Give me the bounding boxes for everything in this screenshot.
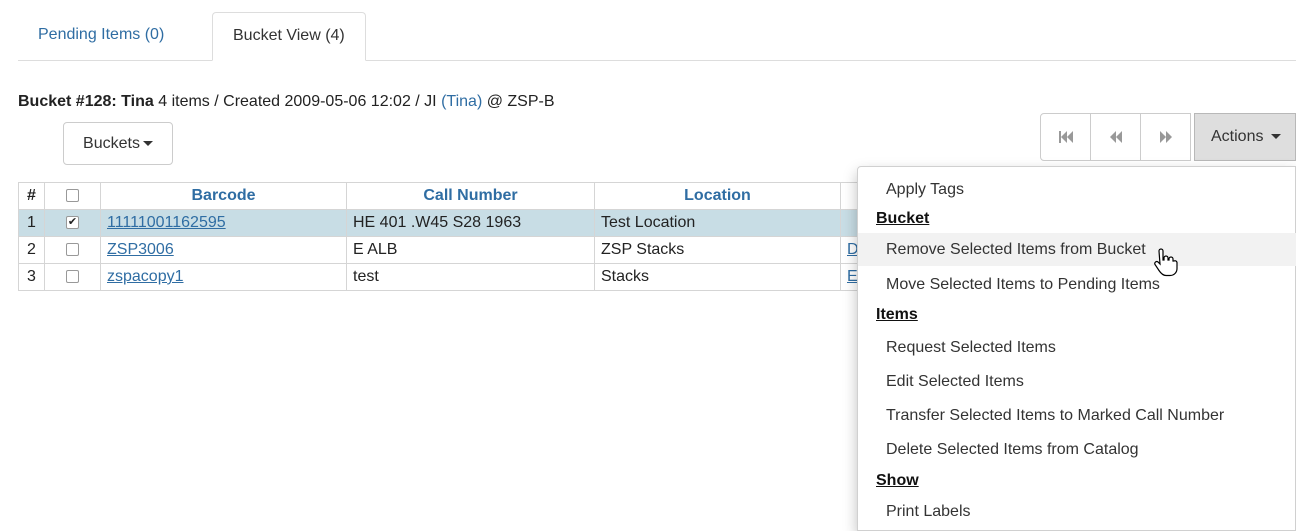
bucket-view-page: Pending Items (0) Bucket View (4) Bucket…	[0, 0, 1296, 531]
actions-label: Actions	[1211, 128, 1264, 145]
next-page-icon	[1159, 131, 1172, 144]
row-number: 1	[18, 209, 45, 237]
row-checkbox[interactable]: ✔	[66, 216, 79, 230]
location-cell: Stacks	[594, 263, 841, 291]
buckets-label: Buckets	[83, 135, 140, 152]
table-row[interactable]: 3 zspacopy1 test Stacks E	[18, 263, 881, 291]
barcode-link[interactable]: ZSP3006	[107, 241, 174, 258]
bucket-details: 4 items / Created 2009-05-06 12:02 / JI	[158, 93, 437, 110]
select-all-checkbox[interactable]	[66, 189, 79, 203]
row-number: 2	[18, 236, 45, 264]
bucket-location: @ ZSP-B	[486, 93, 555, 110]
barcode-link[interactable]: zspacopy1	[107, 268, 184, 285]
previous-page-icon	[1109, 131, 1122, 144]
tab-bucket-view[interactable]: Bucket View (4)	[212, 12, 366, 61]
column-header-barcode[interactable]: Barcode	[100, 182, 347, 210]
barcode-link[interactable]: 11111001162595	[107, 214, 226, 231]
items-table: # Barcode Call Number Location 1 ✔ 11111…	[18, 182, 881, 291]
bucket-owner: (Tina)	[441, 93, 483, 110]
barcode-cell: 11111001162595	[100, 209, 347, 237]
table-row[interactable]: 2 ZSP3006 E ALB ZSP Stacks D	[18, 236, 881, 264]
column-header-call-number[interactable]: Call Number	[346, 182, 595, 210]
buckets-dropdown-button[interactable]: Buckets	[63, 122, 173, 165]
column-header-select	[44, 182, 101, 210]
column-header-location[interactable]: Location	[594, 182, 841, 210]
location-cell: ZSP Stacks	[594, 236, 841, 264]
menu-item-transfer-items[interactable]: Transfer Selected Items to Marked Call N…	[858, 399, 1296, 432]
menu-item-move-to-pending[interactable]: Move Selected Items to Pending Items	[858, 268, 1296, 301]
actions-dropdown-button[interactable]: Actions	[1194, 113, 1296, 161]
row-checkbox-cell	[44, 263, 101, 291]
next-page-button[interactable]	[1140, 113, 1191, 161]
menu-item-apply-tags[interactable]: Apply Tags	[858, 173, 1296, 206]
caret-down-icon	[1270, 134, 1281, 140]
row-checkbox[interactable]	[66, 270, 79, 284]
barcode-cell: zspacopy1	[100, 263, 347, 291]
call-number-cell: test	[346, 263, 595, 291]
bucket-number: Bucket #128:	[18, 93, 117, 110]
call-number-cell: E ALB	[346, 236, 595, 264]
menu-header-items: Items	[876, 306, 918, 323]
row-checkbox[interactable]	[66, 243, 79, 257]
tab-pending-items[interactable]: Pending Items (0)	[18, 12, 184, 60]
hand-cursor-icon	[1154, 248, 1178, 277]
caret-down-icon	[142, 141, 153, 147]
table-row[interactable]: 1 ✔ 11111001162595 HE 401 .W45 S28 1963 …	[18, 209, 881, 237]
bucket-name: Tina	[121, 93, 154, 110]
tab-bar: Pending Items (0) Bucket View (4)	[18, 12, 1296, 61]
table-header-row: # Barcode Call Number Location	[18, 182, 881, 210]
menu-header-bucket: Bucket	[876, 210, 930, 227]
first-page-icon	[1058, 131, 1073, 144]
barcode-cell: ZSP3006	[100, 236, 347, 264]
column-header-number: #	[18, 182, 45, 210]
menu-item-print-labels[interactable]: Print Labels	[858, 495, 1296, 528]
call-number-cell: HE 401 .W45 S28 1963	[346, 209, 595, 237]
row-number: 3	[18, 263, 45, 291]
first-page-button[interactable]	[1040, 113, 1091, 161]
row-checkbox-cell	[44, 236, 101, 264]
previous-page-button[interactable]	[1090, 113, 1141, 161]
bucket-summary: Bucket #128: Tina 4 items / Created 2009…	[18, 93, 555, 111]
menu-item-remove-from-bucket[interactable]: Remove Selected Items from Bucket	[858, 233, 1296, 266]
actions-dropdown-menu: Apply Tags Bucket Remove Selected Items …	[857, 166, 1296, 531]
location-cell: Test Location	[594, 209, 841, 237]
menu-item-delete-items[interactable]: Delete Selected Items from Catalog	[858, 433, 1296, 466]
menu-item-request-items[interactable]: Request Selected Items	[858, 331, 1296, 364]
menu-header-show: Show	[876, 472, 919, 489]
menu-item-edit-items[interactable]: Edit Selected Items	[858, 365, 1296, 398]
row-checkbox-cell: ✔	[44, 209, 101, 237]
